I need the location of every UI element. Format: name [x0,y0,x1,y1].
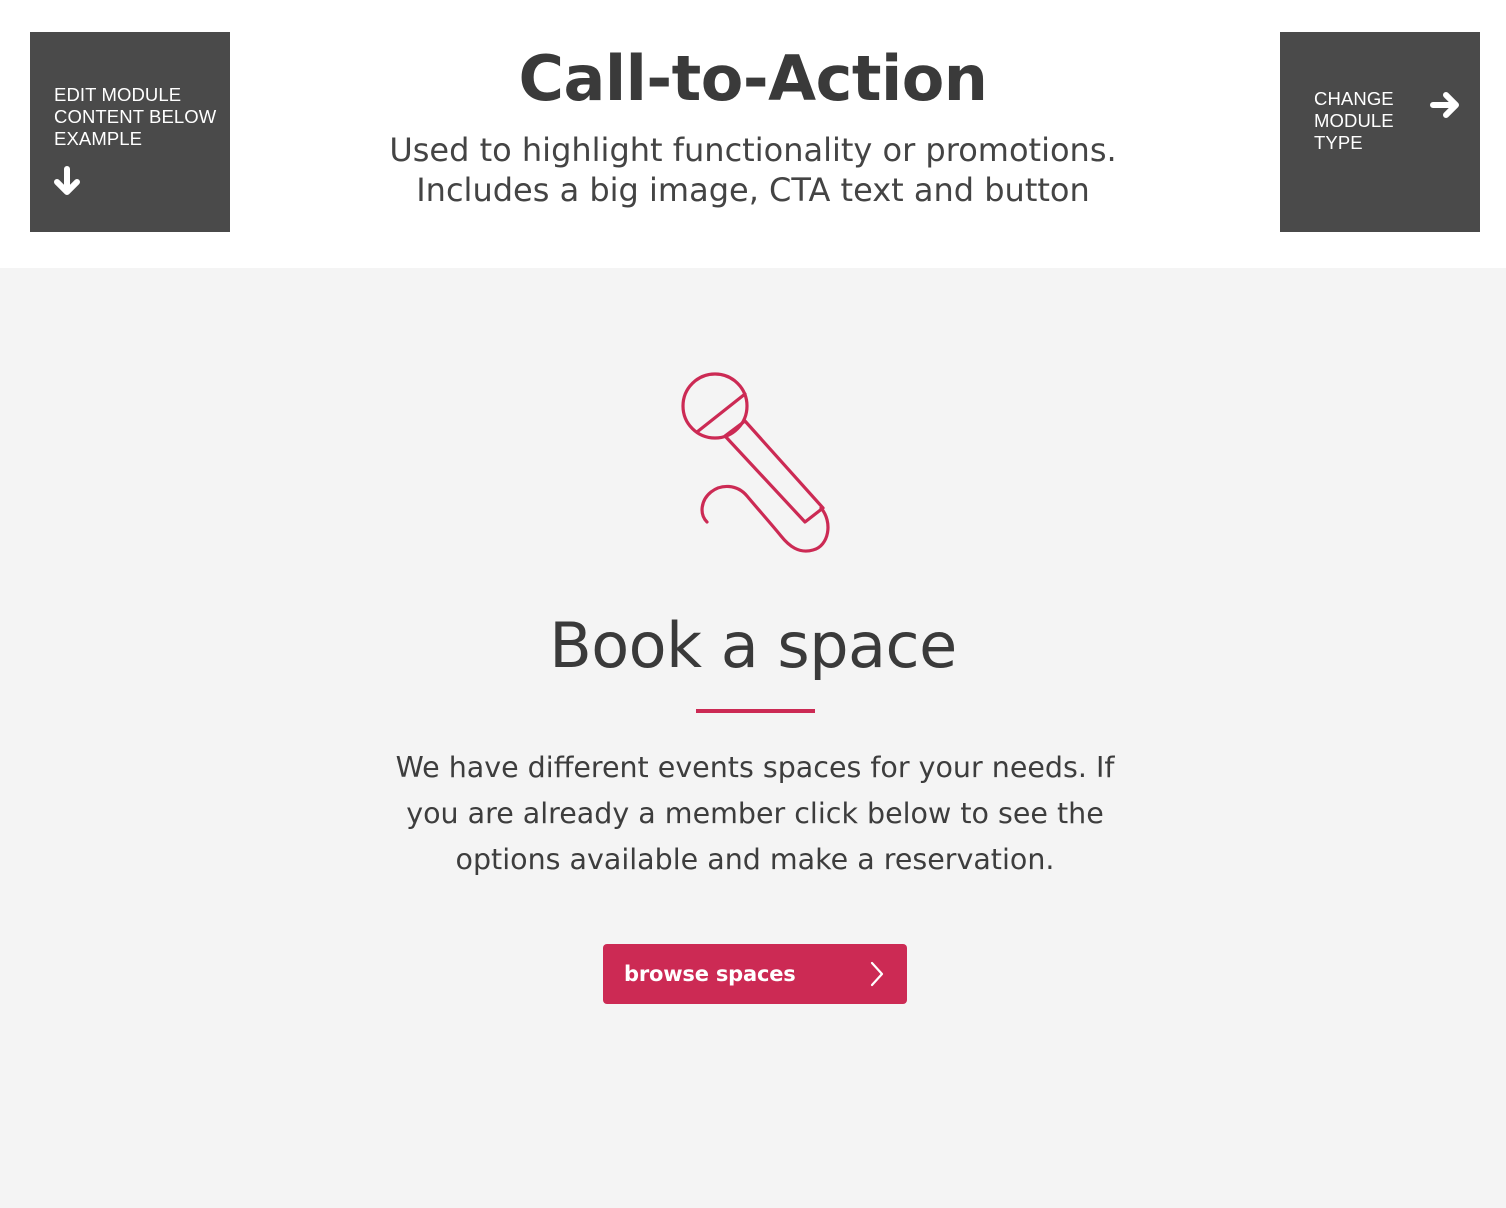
module-header: Edit module content below example Call-t… [0,0,1506,268]
browse-spaces-button[interactable]: browse spaces [603,944,907,1004]
cta-description: We have different events spaces for your… [395,751,1115,876]
microphone-icon [677,370,837,562]
cta-module: Book a space We have different events sp… [0,268,1506,1208]
title-underline [696,709,815,713]
chevron-right-icon [869,961,885,991]
change-module-type-button[interactable]: Change module type [1280,32,1480,232]
change-module-type-label: Change module type [1314,88,1394,153]
cta-title: Book a space [549,609,957,682]
browse-spaces-label: browse spaces [624,962,796,986]
arrow-right-icon [1430,90,1462,124]
